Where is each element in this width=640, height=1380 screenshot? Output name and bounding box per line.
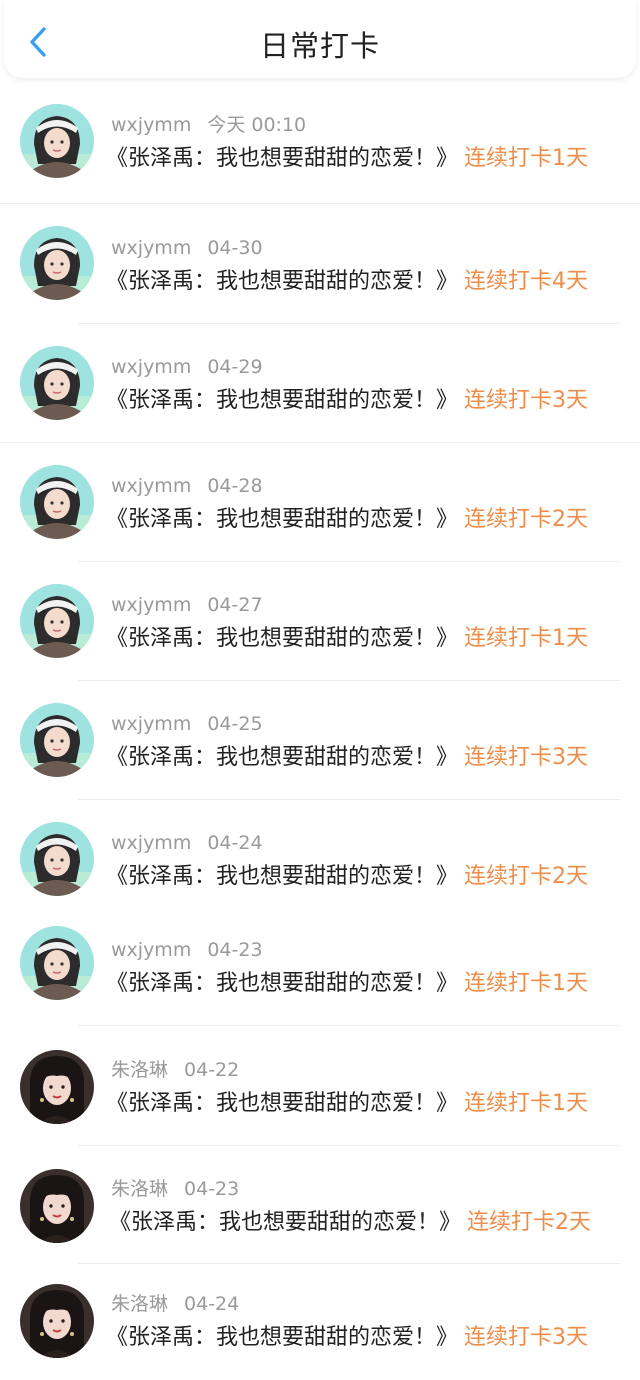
username[interactable]: wxjymm	[111, 475, 191, 497]
timestamp: 04-30	[207, 237, 263, 259]
item-meta: wxjymm 04-29	[111, 355, 263, 379]
checkin-item[interactable]: 朱洛琳 04-23 《张泽禹：我也想要甜甜的恋爱！》 连续打卡2天	[0, 1146, 640, 1264]
teal-avatar-icon[interactable]	[20, 584, 94, 658]
username[interactable]: 朱洛琳	[111, 1178, 168, 1200]
item-meta: wxjymm 今天 00:10	[111, 113, 306, 137]
timestamp: 04-29	[207, 356, 263, 378]
checkin-item[interactable]: 朱洛琳 04-22 《张泽禹：我也想要甜甜的恋爱！》 连续打卡1天	[0, 1026, 640, 1146]
username[interactable]: wxjymm	[111, 832, 191, 854]
item-meta: 朱洛琳 04-22	[111, 1058, 239, 1082]
item-title: 《张泽禹：我也想要甜甜的恋爱！》	[106, 1091, 459, 1116]
streak-badge: 连续打卡3天	[464, 388, 589, 413]
item-title: 《张泽禹：我也想要甜甜的恋爱！》	[109, 1210, 462, 1235]
item-meta: wxjymm 04-23	[111, 938, 263, 962]
item-content: 《张泽禹：我也想要甜甜的恋爱！》 连续打卡1天	[106, 969, 620, 999]
username[interactable]: 朱洛琳	[111, 1293, 168, 1315]
item-content: 《张泽禹：我也想要甜甜的恋爱！》 连续打卡3天	[106, 1323, 620, 1353]
checkin-item[interactable]: wxjymm 04-30 《张泽禹：我也想要甜甜的恋爱！》 连续打卡4天	[0, 204, 640, 324]
timestamp: 04-23	[207, 939, 263, 961]
item-title: 《张泽禹：我也想要甜甜的恋爱！》	[106, 1325, 459, 1350]
checkin-item[interactable]: 朱洛琳 04-24 《张泽禹：我也想要甜甜的恋爱！》 连续打卡3天	[0, 1264, 640, 1380]
item-content: 《张泽禹：我也想要甜甜的恋爱！》 连续打卡1天	[106, 624, 620, 654]
teal-avatar-icon[interactable]	[20, 703, 94, 777]
item-content: 《张泽禹：我也想要甜甜的恋爱！》 连续打卡2天	[109, 1208, 630, 1238]
streak-badge: 连续打卡1天	[464, 971, 589, 996]
checkin-item[interactable]: wxjymm 04-23 《张泽禹：我也想要甜甜的恋爱！》 连续打卡1天	[0, 910, 640, 1026]
username[interactable]: wxjymm	[111, 713, 191, 735]
streak-badge: 连续打卡1天	[464, 1091, 589, 1116]
item-title: 《张泽禹：我也想要甜甜的恋爱！》	[106, 507, 459, 532]
streak-badge: 连续打卡3天	[464, 745, 589, 770]
dark-avatar-icon[interactable]	[20, 1050, 94, 1124]
item-content: 《张泽禹：我也想要甜甜的恋爱！》 连续打卡1天	[106, 1089, 620, 1119]
checkin-item[interactable]: wxjymm 今天 00:10 《张泽禹：我也想要甜甜的恋爱！》 连续打卡1天	[0, 80, 640, 204]
teal-avatar-icon[interactable]	[20, 104, 94, 178]
streak-badge: 连续打卡2天	[464, 864, 589, 889]
item-content: 《张泽禹：我也想要甜甜的恋爱！》 连续打卡4天	[106, 267, 620, 297]
item-content: 《张泽禹：我也想要甜甜的恋爱！》 连续打卡1天	[106, 144, 620, 174]
streak-badge: 连续打卡1天	[464, 626, 589, 651]
checkin-item[interactable]: wxjymm 04-29 《张泽禹：我也想要甜甜的恋爱！》 连续打卡3天	[0, 324, 640, 443]
page-title: 日常打卡	[259, 29, 380, 63]
dark-avatar-icon[interactable]	[20, 1169, 94, 1243]
item-title: 《张泽禹：我也想要甜甜的恋爱！》	[106, 745, 459, 770]
checkin-feed: wxjymm 今天 00:10 《张泽禹：我也想要甜甜的恋爱！》 连续打卡1天 wx…	[0, 80, 640, 1380]
timestamp: 04-27	[207, 594, 263, 616]
streak-badge: 连续打卡3天	[464, 1325, 589, 1350]
username[interactable]: wxjymm	[111, 114, 191, 136]
teal-avatar-icon[interactable]	[20, 926, 94, 1000]
item-content: 《张泽禹：我也想要甜甜的恋爱！》 连续打卡3天	[106, 743, 620, 773]
item-meta: wxjymm 04-28	[111, 474, 263, 498]
item-title: 《张泽禹：我也想要甜甜的恋爱！》	[106, 388, 459, 413]
item-title: 《张泽禹：我也想要甜甜的恋爱！》	[106, 146, 459, 171]
timestamp: 04-28	[207, 475, 263, 497]
page: 日常打卡 wxjymm 今天 00:10 《张泽禹：我也想要甜甜的恋爱！》 连续打卡…	[0, 0, 640, 1380]
item-meta: 朱洛琳 04-23	[111, 1177, 239, 1201]
item-title: 《张泽禹：我也想要甜甜的恋爱！》	[106, 864, 459, 889]
item-content: 《张泽禹：我也想要甜甜的恋爱！》 连续打卡2天	[106, 862, 620, 892]
item-meta: wxjymm 04-30	[111, 236, 263, 260]
item-title: 《张泽禹：我也想要甜甜的恋爱！》	[106, 626, 459, 651]
item-content: 《张泽禹：我也想要甜甜的恋爱！》 连续打卡2天	[106, 505, 620, 535]
teal-avatar-icon[interactable]	[20, 226, 94, 300]
streak-badge: 连续打卡2天	[464, 507, 589, 532]
checkin-item[interactable]: wxjymm 04-27 《张泽禹：我也想要甜甜的恋爱！》 连续打卡1天	[0, 562, 640, 681]
username[interactable]: 朱洛琳	[111, 1059, 168, 1081]
streak-badge: 连续打卡4天	[464, 269, 589, 294]
streak-badge: 连续打卡2天	[467, 1210, 592, 1235]
timestamp: 04-23	[184, 1178, 240, 1200]
item-meta: wxjymm 04-27	[111, 593, 263, 617]
timestamp: 04-24	[184, 1293, 240, 1315]
item-meta: wxjymm 04-25	[111, 712, 263, 736]
timestamp: 今天 00:10	[207, 114, 307, 136]
checkin-item[interactable]: wxjymm 04-24 《张泽禹：我也想要甜甜的恋爱！》 连续打卡2天	[0, 800, 640, 910]
username[interactable]: wxjymm	[111, 939, 191, 961]
dark-avatar-icon[interactable]	[20, 1284, 94, 1358]
teal-avatar-icon[interactable]	[20, 465, 94, 539]
timestamp: 04-22	[184, 1059, 240, 1081]
username[interactable]: wxjymm	[111, 237, 191, 259]
app-header: 日常打卡	[4, 0, 636, 78]
streak-badge: 连续打卡1天	[464, 146, 589, 171]
checkin-item[interactable]: wxjymm 04-28 《张泽禹：我也想要甜甜的恋爱！》 连续打卡2天	[0, 443, 640, 562]
item-title: 《张泽禹：我也想要甜甜的恋爱！》	[106, 269, 459, 294]
teal-avatar-icon[interactable]	[20, 822, 94, 896]
item-title: 《张泽禹：我也想要甜甜的恋爱！》	[106, 971, 459, 996]
checkin-item[interactable]: wxjymm 04-25 《张泽禹：我也想要甜甜的恋爱！》 连续打卡3天	[0, 681, 640, 800]
username[interactable]: wxjymm	[111, 356, 191, 378]
timestamp: 04-24	[207, 832, 263, 854]
username[interactable]: wxjymm	[111, 594, 191, 616]
item-meta: wxjymm 04-24	[111, 831, 263, 855]
timestamp: 04-25	[207, 713, 263, 735]
item-meta: 朱洛琳 04-24	[111, 1292, 239, 1316]
teal-avatar-icon[interactable]	[20, 346, 94, 420]
item-content: 《张泽禹：我也想要甜甜的恋爱！》 连续打卡3天	[106, 386, 620, 416]
